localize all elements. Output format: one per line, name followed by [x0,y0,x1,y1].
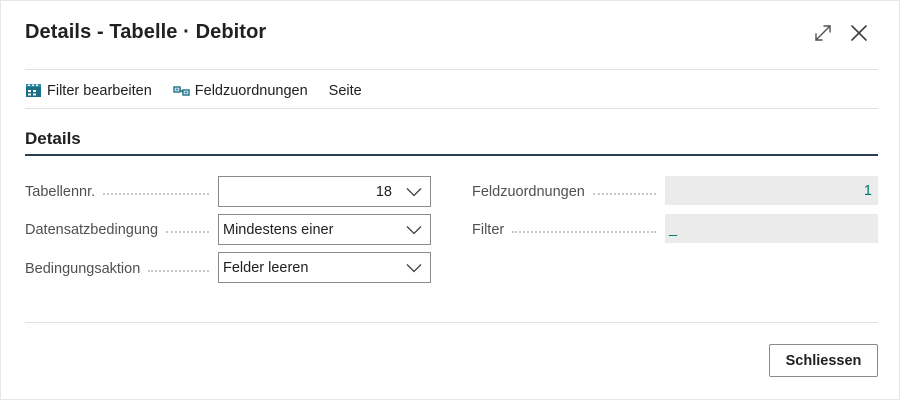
chevron-down-icon [406,225,422,234]
details-dialog: Details - Tabelle · Debitor Filter bearb… [0,0,900,400]
filter-edit-label: Filter bearbeiten [47,83,152,99]
close-button[interactable]: Schliessen [769,344,878,377]
leader-dots [148,270,209,272]
expand-icon[interactable] [811,21,835,45]
leader-dots [512,231,656,233]
record-condition-label: Datensatzbedingung [25,220,215,240]
chevron-down-icon [406,187,422,196]
leader-dots [103,193,209,195]
footer-divider [25,322,878,323]
field-mapping-label: Feldzuordnungen [194,83,308,99]
record-condition-value: Mindestens einer [223,221,334,238]
close-icon[interactable] [847,21,871,45]
field-mapping-icon [173,86,190,96]
action-bar: Filter bearbeiten Feldzuordnungen Seite [25,77,383,105]
filter-edit-icon [26,84,41,97]
filter-value-box[interactable]: _ [665,214,878,243]
dialog-title: Details - Tabelle · Debitor [25,21,267,43]
field-mappings-label: Feldzuordnungen [472,182,662,202]
actionbar-divider [25,108,878,109]
condition-action-label: Bedingungsaktion [25,259,215,279]
record-condition-select[interactable]: Mindestens einer [218,214,431,245]
section-title: Details [25,129,81,148]
table-number-value: 18 [375,183,392,200]
section-underline [25,154,878,156]
table-number-label: Tabellennr. [25,182,215,202]
condition-action-value: Felder leeren [223,259,309,276]
filter-label: Filter [472,220,662,240]
leader-dots [166,231,209,233]
field-mappings-value-box[interactable]: 1 [665,176,878,205]
table-number-select[interactable]: 18 [218,176,431,207]
field-mapping-button[interactable]: Feldzuordnungen [173,77,308,105]
filter-edit-button[interactable]: Filter bearbeiten [25,77,152,105]
condition-action-select[interactable]: Felder leeren [218,252,431,283]
page-menu-button[interactable]: Seite [329,77,362,105]
leader-dots [592,193,656,195]
filter-value[interactable]: _ [665,221,878,237]
header-divider [25,69,878,70]
page-menu-label: Seite [328,83,362,99]
field-mappings-value[interactable]: 1 [665,183,878,199]
chevron-down-icon [406,263,422,272]
